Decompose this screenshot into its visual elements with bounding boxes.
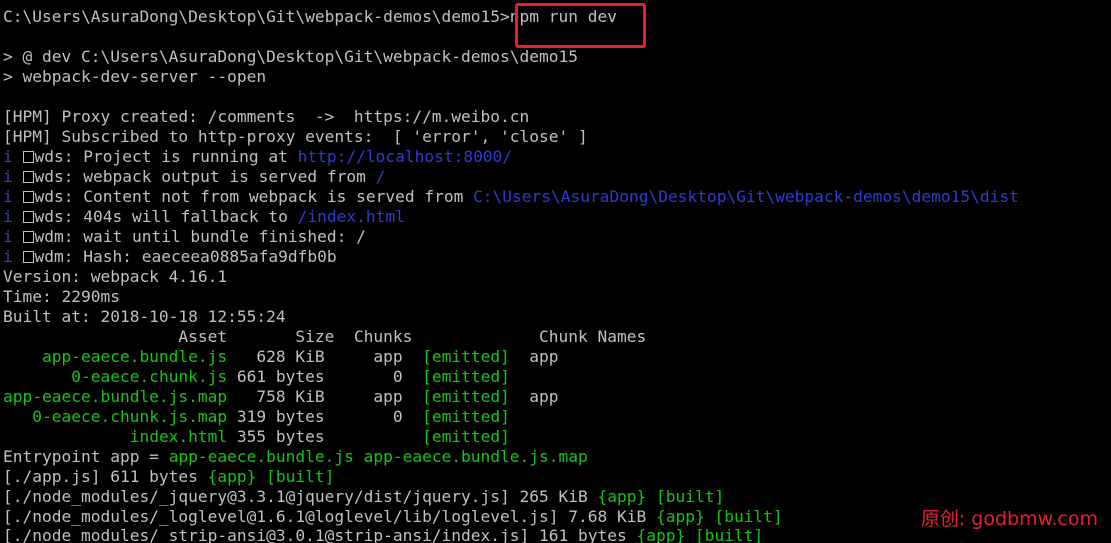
info-icon: i [3, 207, 13, 226]
built-at: Built at: 2018-10-18 12:55:24 [3, 307, 286, 326]
entrypoint-files: app-eaece.bundle.js app-eaece.bundle.js.… [168, 447, 588, 466]
asset-row: 0-eaece.chunk.js.map 319 bytes 0 [emitte… [32, 407, 510, 426]
chunk-tag: {app} [636, 526, 686, 543]
hpm-subscribed-line: [HPM] Subscribed to http-proxy events: [… [3, 127, 588, 146]
asset-row: app-eaece.bundle.js 628 KiB app [emitted… [41, 347, 559, 366]
fallback-path: /index.html [297, 207, 405, 226]
module-line: [./node_modules/_loglevel@1.6.1@loglevel… [3, 507, 783, 526]
terminal-window[interactable]: C:\Users\AsuraDong\Desktop\Git\webpack-d… [0, 0, 1111, 543]
module-line: [./node_modules/_strip-ansi@3.0.1@strip-… [3, 526, 764, 543]
module-line: [./node_modules/_jquery@3.3.1@jquery/dis… [3, 487, 725, 506]
built-tag: [built] [266, 467, 335, 486]
wds-log-line: i wds: Project is running at http://loca… [3, 147, 513, 166]
built-tag: [built] [655, 487, 725, 506]
module-line: [./app.js] 611 bytes {app} [built] [3, 467, 335, 486]
info-icon: i [3, 147, 13, 166]
built-tag: [built] [694, 526, 764, 543]
asset-row: 0-eaece.chunk.js 661 bytes 0 [emitted] [71, 367, 510, 386]
asset-name: 0-eaece.chunk.js.map [32, 407, 228, 426]
emitted-status: [emitted] [422, 427, 510, 446]
wds-log-line: i wds: 404s will fallback to /index.html [3, 207, 405, 226]
emitted-status: [emitted] [422, 407, 510, 426]
info-icon: i [3, 227, 13, 246]
missing-glyph-icon [22, 251, 34, 263]
watermark: 原创: godbmw.com [920, 508, 1098, 530]
asset-name: app-eaece.bundle.js [41, 347, 228, 366]
npm-script-command: > webpack-dev-server --open [3, 67, 267, 86]
entrypoint-line: Entrypoint app = app-eaece.bundle.js app… [3, 447, 588, 466]
npm-script-line: > @ dev C:\Users\AsuraDong\Desktop\Git\w… [3, 47, 578, 66]
emitted-status: [emitted] [422, 347, 510, 366]
asset-name: app-eaece.bundle.js.map [3, 387, 228, 406]
output-path-link: / [375, 167, 386, 186]
hpm-proxy-line: [HPM] Proxy created: /comments -> https:… [3, 107, 530, 126]
webpack-version: Version: webpack 4.16.1 [3, 267, 228, 286]
build-time: Time: 2290ms [3, 287, 120, 306]
missing-glyph-icon [22, 211, 34, 223]
info-icon: i [3, 167, 13, 186]
wdm-log-line: i wdm: wait until bundle finished: / [3, 227, 366, 246]
missing-glyph-icon [22, 171, 34, 183]
wds-log-line: i wds: webpack output is served from / [3, 167, 386, 186]
content-base-path: C:\Users\AsuraDong\Desktop\Git\webpack-d… [473, 187, 1019, 206]
chunk-tag: {app} [207, 467, 257, 486]
chunk-tag: {app} [597, 487, 647, 506]
info-icon: i [3, 187, 13, 206]
missing-glyph-icon [22, 151, 34, 163]
command-highlight-box [515, 3, 646, 48]
emitted-status: [emitted] [422, 367, 510, 386]
localhost-link[interactable]: http://localhost:8000/ [298, 147, 512, 166]
asset-row: app-eaece.bundle.js.map 758 KiB app [emi… [3, 387, 559, 406]
missing-glyph-icon [22, 231, 34, 243]
wds-log-line: i wds: Content not from webpack is serve… [3, 187, 1019, 206]
built-tag: [built] [714, 507, 783, 526]
asset-row: index.html 355 bytes [emitted] [129, 427, 510, 446]
chunk-tag: {app} [655, 507, 705, 526]
missing-glyph-icon [22, 191, 34, 203]
asset-name: index.html [129, 427, 228, 446]
asset-table-header: Asset Size Chunks Chunk Names [3, 327, 647, 346]
info-icon: i [3, 247, 13, 266]
wdm-log-line: i wdm: Hash: eaeceea0885afa9dfb0b [3, 247, 337, 266]
asset-name: 0-eaece.chunk.js [71, 367, 228, 386]
emitted-status: [emitted] [422, 387, 510, 406]
